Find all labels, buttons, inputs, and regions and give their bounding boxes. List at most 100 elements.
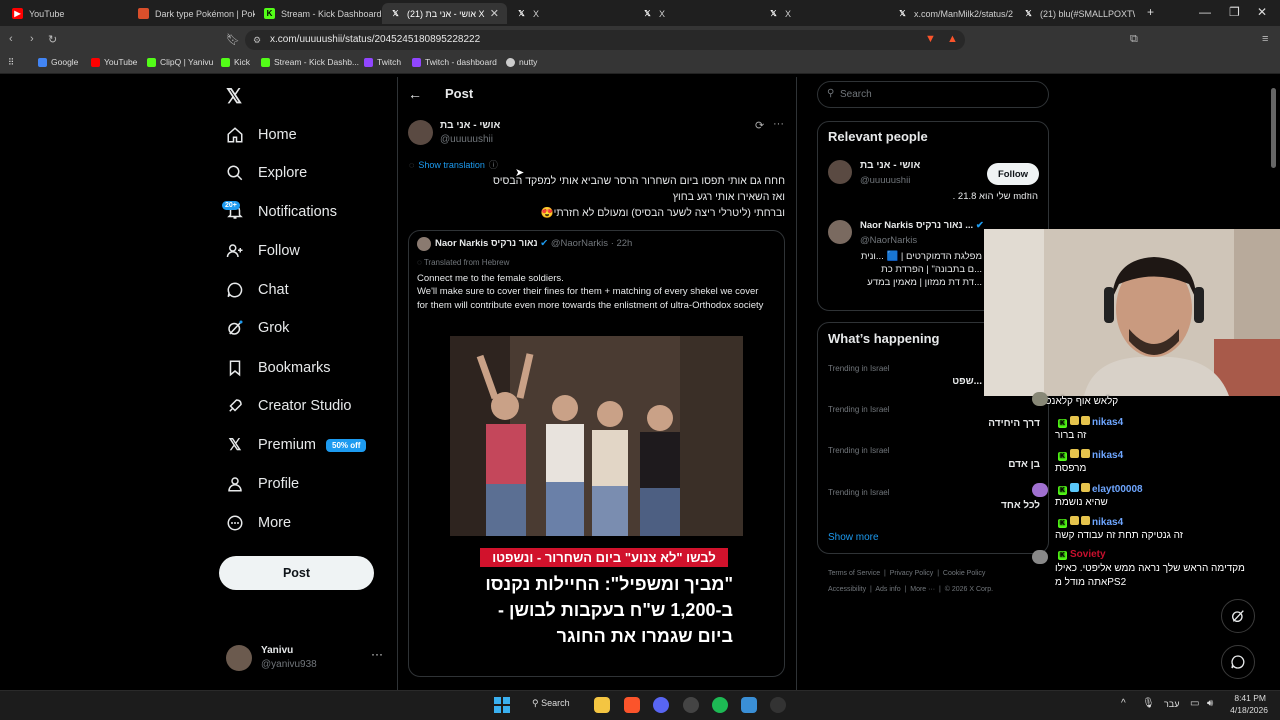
nav-explore[interactable]: Explore (226, 159, 307, 187)
tray-chevron-icon[interactable]: ^ (1121, 698, 1126, 709)
tab-x-2[interactable]: 𝕏 X (634, 3, 759, 24)
author-handle[interactable]: @uuuuushii (440, 134, 493, 145)
app-icon[interactable] (741, 697, 757, 713)
brave-rewards-icon[interactable]: ▲ (947, 33, 958, 45)
start-menu-icon[interactable] (494, 697, 510, 713)
tab-x-3[interactable]: 𝕏 X (760, 3, 885, 24)
bookmark-page-icon[interactable]: 🔖︎ (226, 33, 240, 46)
search-input[interactable]: Search (840, 89, 872, 100)
back-arrow-icon[interactable]: ← (408, 86, 422, 102)
tab-blu[interactable]: 𝕏 (21) blu(#SMALLPOXTWT (1015, 3, 1135, 24)
brave-shield-icon[interactable]: ▼ (925, 33, 936, 45)
quote-media-image[interactable]: לבשו "לא צנוע" ביום השחרור - ונשפטו "מבי… (450, 336, 743, 658)
tab-manmilk[interactable]: 𝕏 x.com/ManMilk2/status/2 (889, 3, 1014, 24)
search-box[interactable]: ⚲ Search (817, 81, 1049, 108)
obs-icon[interactable] (770, 697, 786, 713)
follow-button[interactable]: Follow (987, 163, 1039, 185)
input-language[interactable]: עבר (1164, 699, 1179, 709)
account-more-icon[interactable]: ··· (371, 647, 383, 661)
trend-item[interactable]: לכל אחד (900, 500, 1040, 511)
tab-x-1[interactable]: 𝕏 X (508, 3, 633, 24)
volume-icon[interactable]: 🔊︎ (1207, 698, 1213, 709)
tab-current-post[interactable]: 𝕏 אושי - אני בת (21) X ✕ (382, 3, 507, 24)
nav-follow[interactable]: Follow (226, 237, 300, 265)
nav-chat[interactable]: Chat (226, 276, 289, 304)
bookmark-label: Kick (234, 57, 251, 67)
footer-link[interactable]: Cookie Policy (943, 570, 985, 577)
site-info-icon[interactable]: ⚙ (253, 35, 261, 46)
footer-link[interactable]: Terms of Service (828, 570, 880, 577)
close-window-button[interactable]: ✕ (1257, 5, 1267, 19)
bookmark-youtube[interactable]: YouTube (91, 57, 137, 67)
new-tab-button[interactable]: + (1147, 5, 1154, 19)
tab-youtube[interactable]: ▶ YouTube (4, 3, 129, 24)
bookmark-kick-dashboard[interactable]: Stream - Kick Dashb... (261, 57, 359, 67)
file-explorer-icon[interactable] (594, 697, 610, 713)
nav-more[interactable]: More (226, 509, 291, 537)
bookmark-kick[interactable]: Kick (221, 57, 250, 67)
trend-item[interactable]: דרך היחידה (900, 418, 1040, 429)
bookmark-twitch-dashboard[interactable]: Twitch - dashboard (412, 57, 497, 67)
forward-icon[interactable]: › (30, 33, 34, 45)
nav-profile[interactable]: Profile (226, 470, 299, 498)
show-more-link[interactable]: Show more (828, 532, 879, 543)
footer-link[interactable]: More ··· (910, 586, 935, 593)
back-icon[interactable]: ‹ (9, 33, 13, 45)
page-scrollbar[interactable] (1271, 88, 1276, 168)
trend-item[interactable]: בן אדם (900, 459, 1040, 470)
compose-post-button[interactable]: Post (219, 556, 374, 590)
maximize-button[interactable]: ❐ (1229, 5, 1240, 19)
microphone-icon[interactable]: 🎙︎ (1142, 698, 1155, 709)
bookmark-label: Twitch (377, 57, 402, 67)
nav-notifications[interactable]: Notifications (226, 198, 337, 226)
grok-explain-icon[interactable]: ⟳ (755, 119, 764, 132)
nav-bookmarks[interactable]: Bookmarks (226, 354, 331, 382)
clock-date[interactable]: 4/18/2026 (1222, 705, 1268, 715)
apps-icon[interactable]: ⠿ (8, 57, 14, 68)
footer-link[interactable]: Privacy Policy (890, 570, 934, 577)
tab-pokemon[interactable]: Dark type Pokémon | Poké (130, 3, 255, 24)
spotify-icon[interactable] (712, 697, 728, 713)
nav-home[interactable]: Home (226, 121, 297, 149)
messages-floating-button[interactable] (1221, 645, 1255, 679)
person-name[interactable]: Naor Narkis נאור נרקיס ... ✔ (860, 220, 984, 231)
person-avatar[interactable] (828, 160, 852, 184)
discord-icon[interactable] (653, 697, 669, 713)
person-name[interactable]: אושי - אני בת (860, 160, 920, 171)
network-icon[interactable]: ▭ (1190, 698, 1199, 709)
person-avatar[interactable] (828, 220, 852, 244)
author-name[interactable]: אושי - אני בת (440, 120, 500, 131)
nav-grok[interactable]: Grok (226, 314, 289, 342)
search-icon: ⚲ (532, 698, 542, 708)
brave-browser-icon[interactable] (624, 697, 640, 713)
nav-creator-studio[interactable]: Creator Studio (226, 392, 352, 420)
show-translation-link[interactable]: ◌ Show translation ⓘ (409, 158, 498, 171)
trend-item[interactable]: ...שפט (900, 376, 982, 387)
bookmark-clipq[interactable]: ClipQ | Yanivu (147, 57, 213, 67)
bookmark-nutty[interactable]: nutty (506, 57, 537, 67)
avatar (226, 645, 252, 671)
account-switcher[interactable]: Yanivu @yanivu938 ··· (226, 643, 386, 675)
grok-floating-button[interactable] (1221, 599, 1255, 633)
close-tab-icon[interactable]: ✕ (490, 7, 499, 20)
minimize-button[interactable]: — (1199, 5, 1211, 19)
tab-kick-dashboard[interactable]: K Stream - Kick Dashboard (256, 3, 381, 24)
reload-icon[interactable]: ↻ (48, 33, 57, 46)
bookmark-google[interactable]: Google (38, 57, 78, 67)
x-logo-icon[interactable]: 𝕏 (226, 84, 242, 109)
footer-link[interactable]: Accessibility (828, 586, 866, 593)
extensions-icon[interactable]: ⧉ (1130, 33, 1138, 46)
nav-label: Creator Studio (258, 398, 352, 414)
steam-icon[interactable] (683, 697, 699, 713)
footer-link[interactable]: Ads info (875, 586, 900, 593)
bookmark-twitch[interactable]: Twitch (364, 57, 401, 67)
clock-time[interactable]: 8:41 PM (1230, 693, 1266, 703)
nutty-icon (506, 57, 515, 67)
trend-context: Trending in Israel (828, 446, 890, 455)
author-avatar[interactable] (408, 120, 433, 145)
taskbar-search[interactable]: ⚲ Search (532, 698, 570, 709)
post-more-icon[interactable]: ··· (773, 118, 784, 130)
menu-icon[interactable]: ≡ (1262, 33, 1268, 45)
person-bio: מפלגת הדמוקרטים | 🟦 ...ונית ...ם בתבונה"… (830, 250, 982, 289)
nav-premium[interactable]: 𝕏 Premium 50% off (226, 431, 367, 459)
